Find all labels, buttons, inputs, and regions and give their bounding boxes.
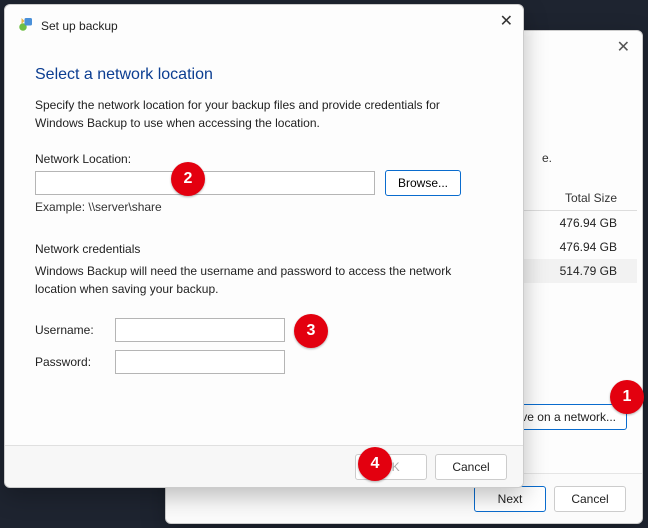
annotation-badge-3: 3	[294, 314, 328, 348]
example-text: Example: \\server\share	[35, 200, 497, 214]
title-bar: Set up backup ✕	[5, 5, 523, 40]
annotation-badge-4: 4	[358, 447, 392, 481]
username-input[interactable]	[115, 318, 285, 342]
content-area: Select a network location Specify the ne…	[5, 40, 523, 374]
credentials-heading: Network credentials	[35, 242, 497, 256]
window-title: Set up backup	[41, 19, 118, 33]
close-icon[interactable]: ✕	[617, 37, 630, 57]
truncated-text: e.	[542, 151, 552, 165]
annotation-badge-2: 2	[171, 162, 205, 196]
network-location-label: Network Location:	[35, 152, 497, 166]
annotation-badge-1: 1	[610, 380, 644, 414]
cancel-button[interactable]: Cancel	[554, 486, 626, 512]
page-heading: Select a network location	[35, 66, 497, 84]
page-description: Specify the network location for your ba…	[35, 96, 475, 132]
dialog-footer: OK Cancel	[5, 445, 523, 487]
next-button[interactable]: Next	[474, 486, 546, 512]
password-input[interactable]	[115, 350, 285, 374]
close-icon[interactable]: ✕	[500, 11, 513, 31]
credentials-description: Windows Backup will need the username an…	[35, 262, 485, 298]
network-location-dialog: Set up backup ✕ Select a network locatio…	[4, 4, 524, 488]
browse-button[interactable]: Browse...	[385, 170, 461, 196]
password-label: Password:	[35, 355, 105, 369]
setup-backup-icon	[17, 15, 35, 36]
cancel-button[interactable]: Cancel	[435, 454, 507, 480]
username-label: Username:	[35, 323, 105, 337]
network-location-input[interactable]	[35, 171, 375, 195]
